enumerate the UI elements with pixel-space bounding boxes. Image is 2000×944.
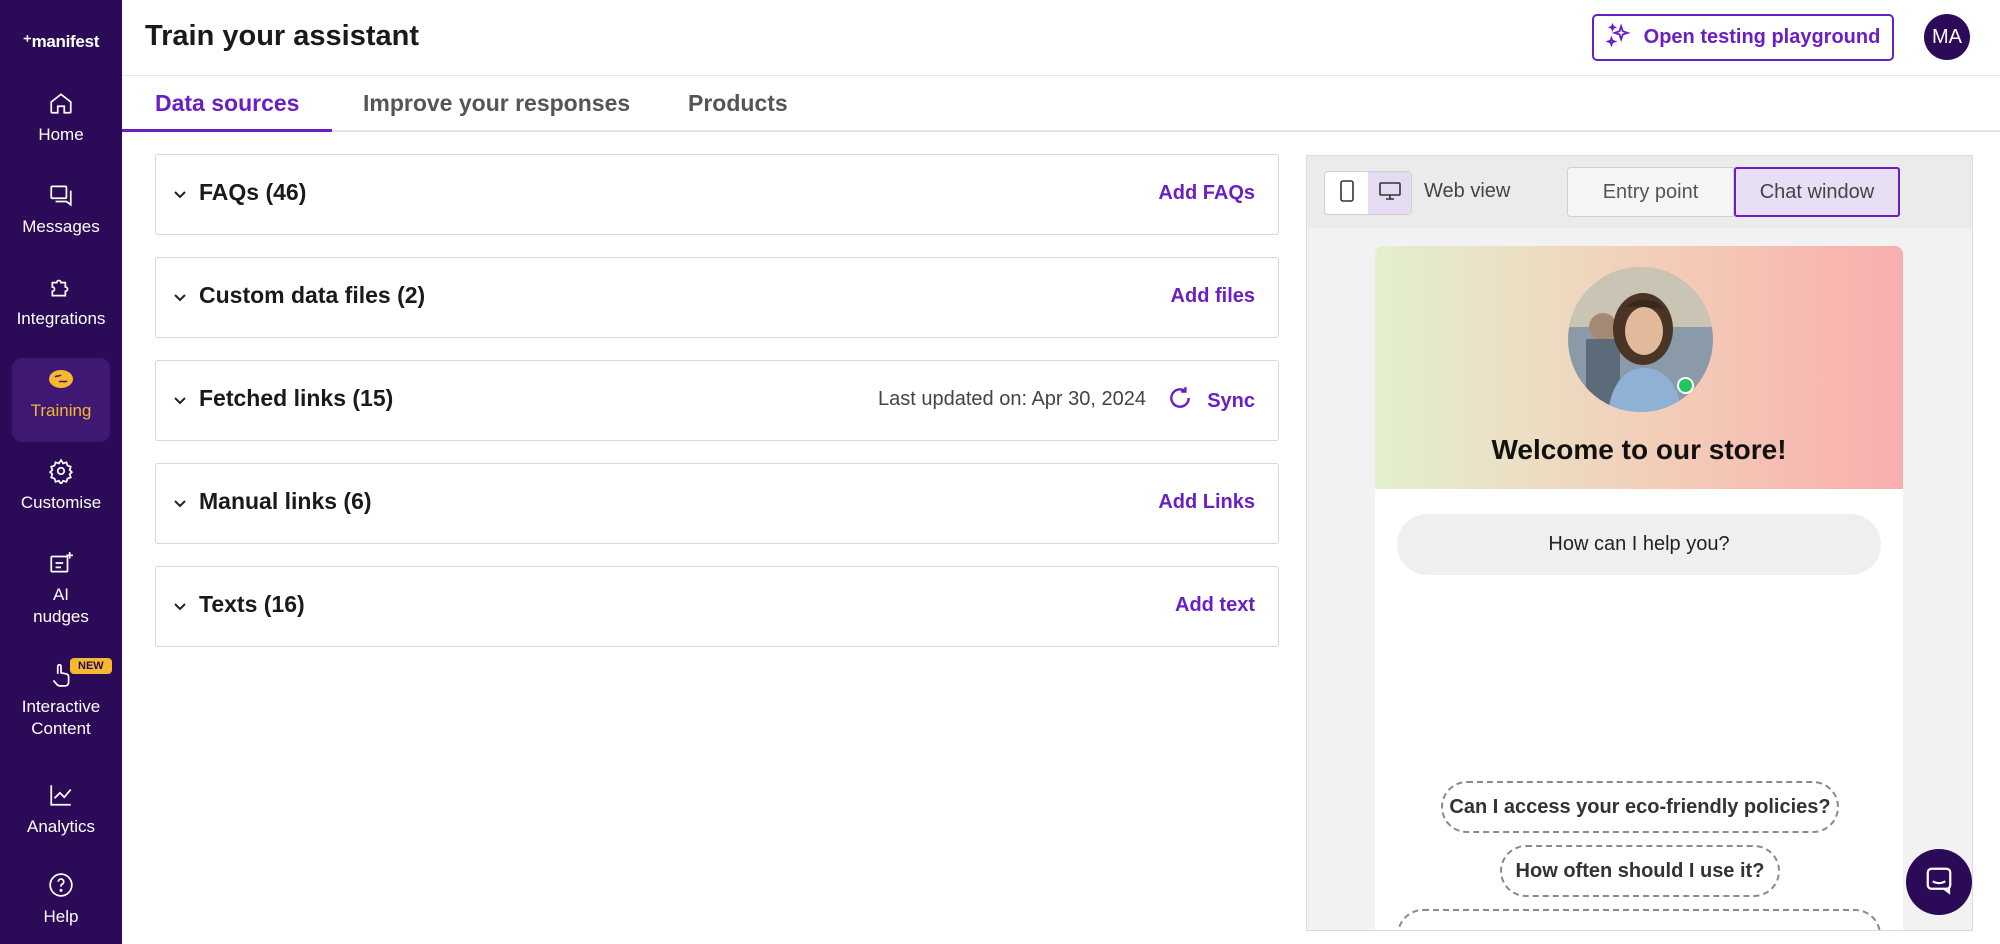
open-testing-playground-button[interactable]: Open testing playground	[1592, 14, 1894, 61]
chat-preview-panel: Web view Entry point Chat window Welcome…	[1306, 155, 1973, 931]
web-view-label: Web view	[1424, 180, 1511, 202]
tab-products[interactable]: Products	[655, 76, 821, 132]
chevron-down-icon[interactable]	[172, 393, 188, 414]
sidebar-item-ai-nudges[interactable]: AI nudges	[12, 550, 110, 638]
section-title: Custom data files (2)	[199, 282, 426, 308]
sidebar-item-label: Home	[38, 125, 84, 144]
add-text-button[interactable]: Add text	[1175, 594, 1255, 617]
messenger-launcher-button[interactable]	[1906, 849, 1972, 915]
add-faqs-button[interactable]: Add FAQs	[1158, 182, 1255, 205]
sidebar-item-label: Messages	[22, 217, 100, 236]
brain-icon	[12, 366, 110, 392]
chart-line-icon	[12, 782, 110, 808]
sidebar-item-analytics[interactable]: Analytics	[12, 782, 110, 864]
sync-label: Sync	[1207, 389, 1255, 412]
desktop-icon	[1378, 180, 1402, 207]
sidebar-item-messages[interactable]: Messages	[12, 182, 110, 264]
chevron-down-icon[interactable]	[172, 496, 188, 517]
section-title: Fetched links (15)	[199, 385, 394, 411]
welcome-heading: Welcome to our store!	[1491, 434, 1787, 465]
tab-improve-responses[interactable]: Improve your responses	[330, 76, 663, 132]
sidebar-item-home[interactable]: Home	[12, 90, 110, 172]
sidebar-item-training[interactable]: Training	[12, 358, 110, 442]
home-icon	[12, 90, 110, 116]
preview-toolbar: Web view Entry point Chat window	[1307, 156, 1972, 228]
section-faqs[interactable]: FAQs (46) Add FAQs	[155, 154, 1279, 235]
sidebar-item-help[interactable]: Help	[12, 872, 110, 944]
last-updated-text: Last updated on: Apr 30, 2024	[878, 388, 1146, 410]
chevron-down-icon[interactable]	[172, 599, 188, 620]
page-title: Train your assistant	[145, 20, 419, 52]
suggestion-chip[interactable]: How often should I use it?	[1500, 845, 1780, 897]
sidebar-item-label: Training	[30, 401, 92, 420]
desktop-view-button[interactable]	[1368, 172, 1411, 214]
suggestion-chip[interactable]	[1397, 909, 1881, 930]
refresh-icon	[1167, 385, 1193, 417]
add-links-button[interactable]: Add Links	[1158, 491, 1255, 514]
tab-data-sources[interactable]: Data sources	[122, 76, 333, 132]
playground-button-label: Open testing playground	[1643, 26, 1881, 48]
new-badge: NEW	[70, 658, 112, 674]
sidebar-item-label: AI nudges	[33, 585, 89, 626]
chevron-down-icon[interactable]	[172, 290, 188, 311]
page-header: Train your assistant Open testing playgr…	[122, 0, 2000, 76]
device-toggle	[1324, 171, 1412, 215]
sidebar-item-label: Analytics	[26, 817, 96, 836]
sidebar-item-interactive-content[interactable]: NEW Interactive Content	[12, 658, 112, 750]
add-files-button[interactable]: Add files	[1171, 285, 1255, 308]
section-manual-links[interactable]: Manual links (6) Add Links	[155, 463, 1279, 544]
nudge-icon	[12, 550, 110, 576]
sidebar-item-label: Customise	[20, 493, 102, 512]
avatar[interactable]: MA	[1924, 14, 1970, 60]
sidebar: ⁺manifest Home Messages Integrations Tra…	[0, 0, 122, 944]
tab-bar: Data sources Improve your responses Prod…	[122, 76, 2000, 132]
sync-button[interactable]: Sync	[1167, 385, 1255, 417]
sparkles-icon	[1605, 22, 1632, 54]
section-texts[interactable]: Texts (16) Add text	[155, 566, 1279, 647]
mobile-icon	[1339, 179, 1355, 208]
section-fetched-links[interactable]: Fetched links (15) Last updated on: Apr …	[155, 360, 1279, 441]
chat-header: Welcome to our store!	[1375, 246, 1903, 489]
help-circle-icon	[12, 872, 110, 898]
puzzle-icon	[12, 274, 110, 300]
suggestion-chip[interactable]: Can I access your eco-friendly policies?	[1441, 781, 1839, 833]
app-logo: ⁺manifest	[22, 32, 100, 51]
sidebar-item-label: Integrations	[16, 309, 106, 328]
mobile-view-button[interactable]	[1325, 172, 1368, 214]
chat-window-button[interactable]: Chat window	[1734, 167, 1900, 217]
chat-bubble-icon	[1924, 865, 1954, 900]
chat-window-preview: Welcome to our store! How can I help you…	[1375, 246, 1903, 930]
section-title: FAQs (46)	[199, 179, 307, 205]
section-custom-data-files[interactable]: Custom data files (2) Add files	[155, 257, 1279, 338]
sidebar-item-label: Interactive Content	[21, 697, 101, 738]
entry-point-button[interactable]: Entry point	[1567, 167, 1734, 217]
sidebar-item-customise[interactable]: Customise	[12, 458, 110, 540]
gear-icon	[12, 458, 110, 484]
section-title: Texts (16)	[199, 591, 305, 617]
messages-icon	[12, 182, 110, 208]
sidebar-item-label: Help	[43, 907, 79, 926]
section-title: Manual links (6)	[199, 488, 372, 514]
sidebar-item-integrations[interactable]: Integrations	[12, 274, 110, 356]
chevron-down-icon[interactable]	[172, 187, 188, 208]
online-status-dot	[1677, 377, 1694, 394]
greeting-bubble: How can I help you?	[1397, 514, 1881, 575]
